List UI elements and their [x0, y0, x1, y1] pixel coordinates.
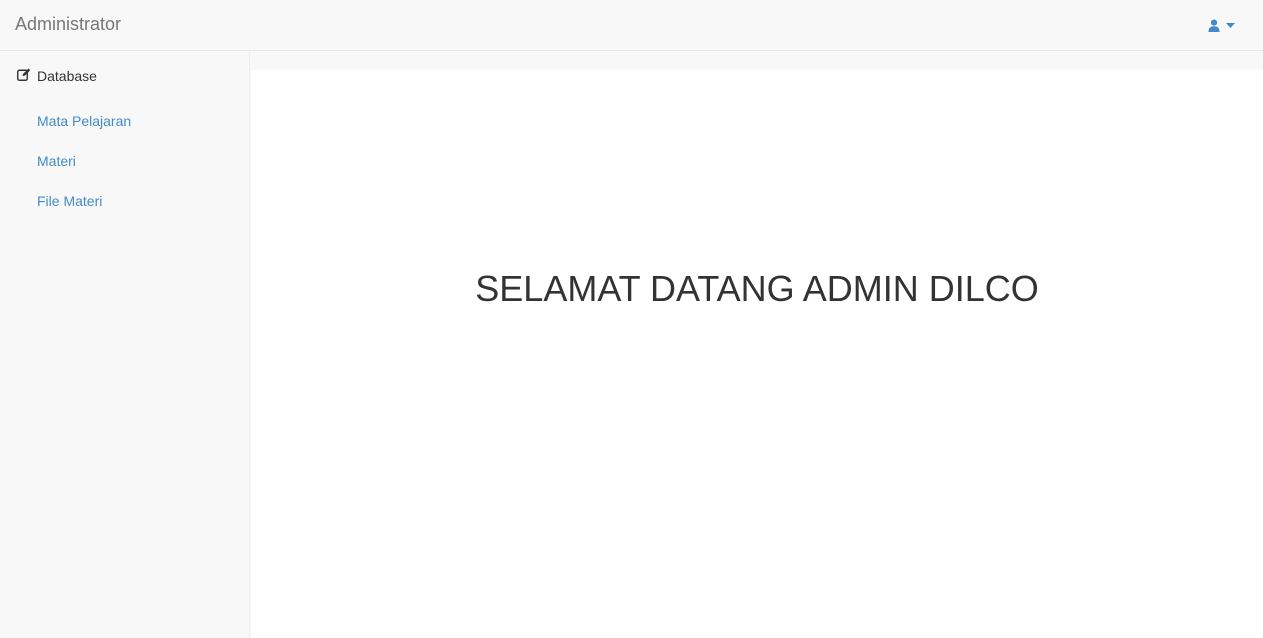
- user-icon: [1208, 19, 1220, 32]
- sidebar-header-label: Database: [37, 68, 97, 84]
- sidebar-header-database: Database: [17, 68, 97, 84]
- navbar-brand[interactable]: Administrator: [15, 14, 121, 35]
- user-dropdown-toggle[interactable]: [1208, 17, 1235, 33]
- edit-icon: [17, 68, 31, 84]
- main-content: SELAMAT DATANG ADMIN DILCO: [251, 70, 1263, 638]
- sidebar-item-mata-pelajaran[interactable]: Mata Pelajaran: [37, 113, 131, 129]
- welcome-heading: SELAMAT DATANG ADMIN DILCO: [475, 268, 1039, 309]
- sidebar-item-file-materi[interactable]: File Materi: [37, 193, 102, 209]
- sidebar-item-materi[interactable]: Materi: [37, 153, 76, 169]
- top-navbar: Administrator: [0, 0, 1263, 51]
- caret-down-icon: [1226, 22, 1235, 28]
- sidebar: Database Mata Pelajaran Materi File Mate…: [0, 51, 250, 638]
